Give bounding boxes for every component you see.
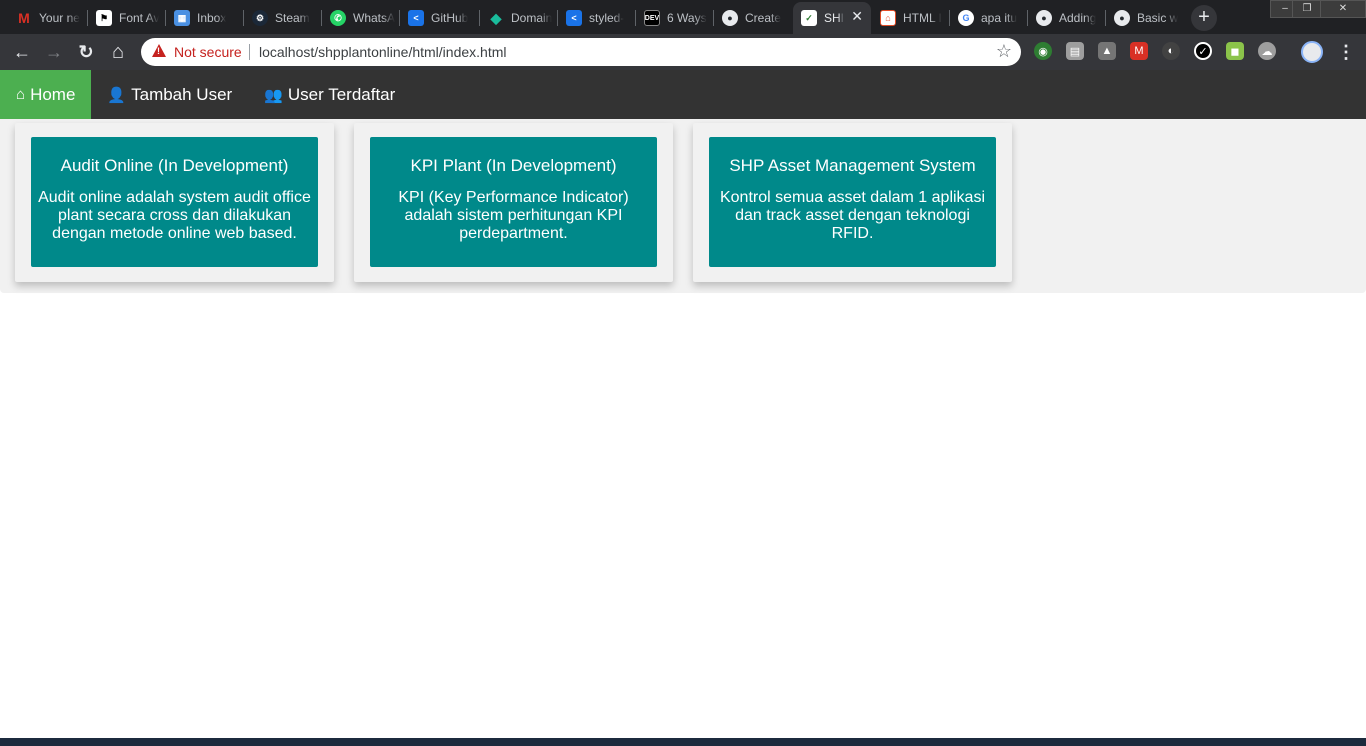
whatsapp-icon: ✆ [330, 10, 346, 26]
card-description: Audit online adalah system audit office … [38, 189, 311, 242]
os-taskbar [0, 738, 1366, 746]
browser-tab[interactable]: < GitHub [400, 4, 480, 32]
browser-tab[interactable]: G apa itu [950, 4, 1028, 32]
github-icon: ● [1036, 10, 1052, 26]
google-icon: G [958, 10, 974, 26]
leaf-icon: ✓ [801, 10, 817, 26]
card-title: SHP Asset Management System [729, 156, 976, 175]
card-title: KPI Plant (In Development) [410, 156, 617, 175]
warning-icon [152, 44, 166, 57]
github-icon: ● [1114, 10, 1130, 26]
card-content[interactable]: Audit Online (In Development) Audit onli… [31, 137, 318, 267]
inbox-icon: ▦ [174, 10, 190, 26]
bookmark-star-icon[interactable]: ☆ [996, 41, 1012, 62]
gmail-icon: M [18, 10, 30, 26]
print-extension-icon[interactable]: ▤ [1066, 42, 1084, 60]
close-window-button[interactable]: ✕ [1320, 0, 1366, 18]
card-title: Audit Online (In Development) [60, 156, 289, 175]
browser-tab-active[interactable]: ✓ SHI ✕ [793, 2, 871, 34]
url-text[interactable]: localhost/shpplantonline/html/index.html [259, 44, 506, 60]
browser-menu-icon[interactable]: ⋮ [1337, 40, 1355, 64]
earth-extension-icon[interactable]: ◉ [1034, 42, 1052, 60]
card-content[interactable]: SHP Asset Management System Kontrol semu… [709, 137, 996, 267]
security-indicator[interactable]: Not secure [174, 44, 242, 60]
address-bar[interactable]: Not secure localhost/shpplantonline/html… [141, 38, 1021, 66]
android-extension-icon[interactable]: ◼ [1226, 42, 1244, 60]
nav-add-user-link[interactable]: 👤 Tambah User [91, 70, 248, 119]
cloud-extension-icon[interactable]: ☁ [1258, 42, 1276, 60]
card-description: KPI (Key Performance Indicator) adalah s… [398, 189, 629, 242]
flag-icon: ⚑ [96, 10, 112, 26]
browser-tab[interactable]: ✆ WhatsA [322, 4, 400, 32]
back-button[interactable]: ← [10, 40, 34, 64]
browser-tab[interactable]: < styled- [558, 4, 636, 32]
card-description: Kontrol semua asset dalam 1 aplikasi dan… [719, 189, 986, 242]
browser-tab[interactable]: ● Create [714, 4, 792, 32]
nav-users-label: User Terdaftar [287, 84, 396, 104]
user-plus-icon: 👤 [107, 86, 127, 104]
dev-icon: DEV [644, 10, 660, 26]
top-navigation: ⌂ Home 👤 Tambah User 👥 User Terdaftar [0, 70, 1366, 119]
card-content[interactable]: KPI Plant (In Development) KPI (Key Perf… [370, 137, 657, 267]
nav-users-link[interactable]: 👥 User Terdaftar [248, 70, 411, 119]
home-button[interactable]: ⌂ [106, 40, 130, 64]
html-icon: ⌂ [880, 10, 896, 26]
gmail-extension-icon[interactable]: M [1130, 42, 1148, 60]
nav-home-label: Home [30, 84, 76, 104]
spy-extension-icon[interactable]: ◐ [1162, 42, 1180, 60]
github-icon: ● [722, 10, 738, 26]
browser-tab[interactable]: ● Adding [1028, 4, 1106, 32]
browser-tab[interactable]: DEV 6 Ways [636, 4, 714, 32]
home-icon: ⌂ [16, 86, 26, 103]
code-share-icon: < [408, 10, 424, 26]
browser-tab-strip: M Your ne ⚑ Font Av ▦ Inbox ⚙ Steam ✆ Wh… [0, 0, 1366, 34]
maximize-button[interactable]: ❐ [1292, 0, 1322, 18]
users-icon: 👥 [264, 86, 283, 104]
code-share-icon: < [566, 10, 582, 26]
card-asset-management: SHP Asset Management System Kontrol semu… [693, 123, 1012, 282]
forward-button[interactable]: → [42, 40, 66, 64]
checkmark-extension-icon[interactable]: ✓ [1194, 42, 1212, 60]
browser-tab[interactable]: ● Basic w [1106, 4, 1184, 32]
drive-extension-icon[interactable]: ▲ [1098, 42, 1116, 60]
diamond-icon: ◆ [490, 9, 502, 26]
reload-button[interactable]: ↻ [74, 40, 98, 64]
browser-tab[interactable]: ▦ Inbox [166, 4, 244, 32]
nav-add-user-label: Tambah User [131, 84, 233, 104]
browser-tab[interactable]: ⌂ HTML I [872, 4, 950, 32]
browser-tab[interactable]: ◆ Domain [480, 4, 558, 32]
cards-container: Audit Online (In Development) Audit onli… [0, 119, 1366, 293]
browser-tab[interactable]: ⚙ Steam [244, 4, 322, 32]
new-tab-button[interactable]: + [1191, 5, 1217, 31]
card-kpi-plant: KPI Plant (In Development) KPI (Key Perf… [354, 123, 673, 282]
close-tab-icon[interactable]: ✕ [851, 9, 863, 23]
nav-home-link[interactable]: ⌂ Home [0, 70, 92, 119]
browser-tab[interactable]: ⚑ Font Av [88, 4, 166, 32]
card-audit-online: Audit Online (In Development) Audit onli… [15, 123, 334, 282]
profile-avatar-icon[interactable] [1301, 41, 1323, 63]
steam-icon: ⚙ [252, 10, 268, 26]
browser-tab[interactable]: M Your ne [8, 4, 88, 32]
